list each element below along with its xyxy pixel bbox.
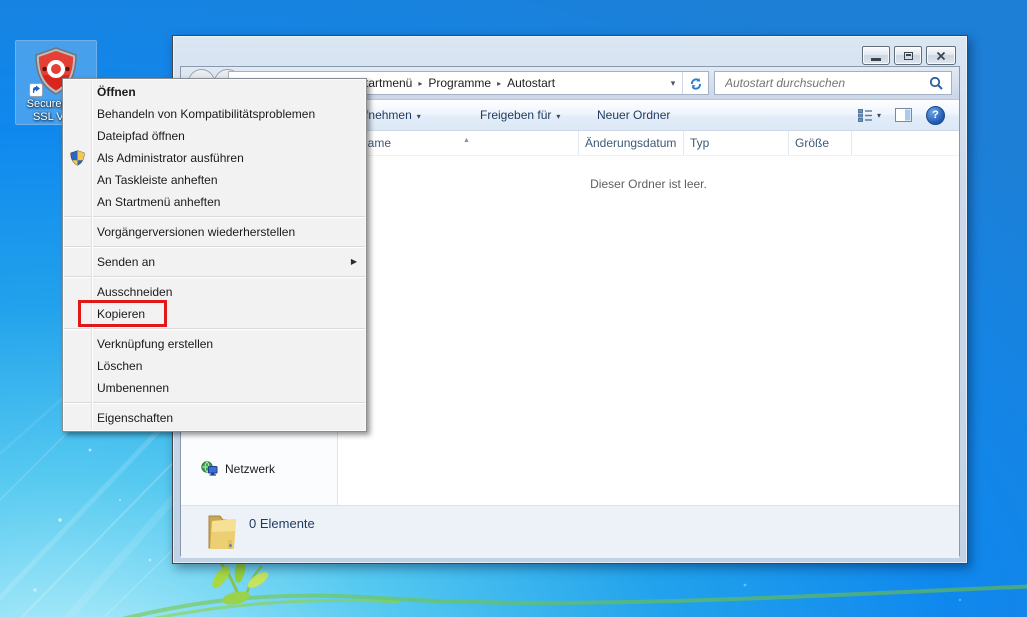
column-label-size: Größe [795, 136, 830, 150]
maximize-icon [903, 51, 913, 60]
wallpaper-vine [121, 557, 1027, 617]
sidebar-item-netzwerk[interactable]: Netzwerk [201, 461, 275, 476]
help-button[interactable]: ? [926, 105, 945, 125]
details-pane: 0 Elemente [181, 505, 959, 558]
share-with-label: Freigeben für [480, 108, 552, 122]
column-headers: ▲ Name Änderungsdatum Typ Größe [338, 131, 959, 156]
search-box [714, 71, 952, 95]
menu-item-eigenschaften[interactable]: Eigenschaften [63, 407, 366, 429]
menu-item-senden-an[interactable]: Senden an ▶ [63, 251, 366, 273]
menu-separator [64, 276, 365, 278]
chevron-down-icon: ▾ [876, 110, 881, 120]
context-menu: Öffnen Behandeln von Kompatibilitätsprob… [62, 78, 367, 432]
column-header-name[interactable]: ▲ Name [338, 131, 579, 155]
menu-item-kompatibilitaet[interactable]: Behandeln von Kompatibilitätsproblemen [63, 103, 366, 125]
chevron-right-icon[interactable]: ▸ [418, 79, 422, 88]
views-icon [857, 108, 872, 122]
address-bar-controls: ▾ [664, 72, 708, 94]
sort-ascending-icon: ▲ [463, 137, 470, 144]
caption-buttons [862, 46, 956, 65]
maximize-button[interactable] [894, 46, 922, 65]
refresh-button[interactable] [682, 72, 708, 94]
minimize-icon [871, 57, 881, 61]
sidebar-item-label: Netzwerk [225, 461, 276, 476]
breadcrumb-segment-programme[interactable]: Programme [428, 76, 491, 90]
column-label-type: Typ [690, 136, 710, 150]
column-header-size[interactable]: Größe [789, 131, 852, 155]
chevron-right-icon[interactable]: ▸ [497, 79, 501, 88]
empty-folder-message: Dieser Ordner ist leer. [590, 177, 707, 191]
folder-icon [208, 515, 236, 549]
menu-separator [64, 328, 365, 330]
annotation-red-rectangle [78, 300, 167, 327]
share-with-button[interactable]: Freigeben für ▾ [480, 100, 560, 130]
menu-separator [64, 246, 365, 248]
change-view-button[interactable]: ▾ [857, 108, 881, 122]
menu-item-an-taskleiste-anheften[interactable]: An Taskleiste anheften [63, 169, 366, 191]
column-header-date[interactable]: Änderungsdatum [579, 131, 684, 155]
shortcut-arrow-icon [29, 83, 43, 97]
refresh-icon [690, 78, 701, 90]
menu-item-verknuepfung-erstellen[interactable]: Verknüpfung erstellen [63, 333, 366, 355]
menu-item-als-administrator[interactable]: Als Administrator ausführen [63, 147, 366, 169]
minimize-button[interactable] [862, 46, 890, 65]
column-label-date: Änderungsdatum [585, 136, 677, 150]
new-folder-button[interactable]: Neuer Ordner [597, 100, 670, 130]
menu-item-label: Als Administrator ausführen [97, 151, 244, 165]
item-count: 0 Elemente [249, 516, 315, 531]
chevron-down-icon: ▾ [556, 112, 561, 121]
close-button[interactable] [926, 46, 956, 65]
network-icon [201, 461, 218, 476]
column-header-type[interactable]: Typ [684, 131, 789, 155]
menu-item-loeschen[interactable]: Löschen [63, 355, 366, 377]
chevron-down-icon: ▾ [416, 112, 421, 121]
close-icon [936, 51, 946, 60]
menu-item-label: Senden an [97, 255, 156, 269]
menu-item-vorgaengerversionen[interactable]: Vorgängerversionen wiederherstellen [63, 221, 366, 243]
menu-item-oeffnen[interactable]: Öffnen [63, 81, 366, 103]
address-dropdown-button[interactable]: ▾ [664, 78, 682, 89]
submenu-arrow-icon: ▶ [350, 257, 357, 266]
search-icon[interactable] [929, 76, 943, 90]
menu-item-dateipfad-oeffnen[interactable]: Dateipfad öffnen [63, 125, 366, 147]
breadcrumb-segment-autostart[interactable]: Autostart [507, 76, 555, 90]
search-input[interactable] [723, 75, 929, 91]
new-folder-label: Neuer Ordner [597, 108, 671, 122]
preview-pane-button[interactable] [895, 108, 912, 122]
command-bar-icons: ▾ ? [857, 100, 945, 130]
menu-separator [64, 216, 365, 218]
file-list: ▲ Name Änderungsdatum Typ Größe Dieser O… [338, 131, 959, 505]
menu-separator [64, 402, 365, 404]
breadcrumb: Startmenü ▸ Programme ▸ Autostart [357, 72, 555, 94]
menu-item-an-startmenu-anheften[interactable]: An Startmenü anheften [63, 191, 366, 213]
uac-shield-icon [70, 150, 85, 166]
menu-item-umbenennen[interactable]: Umbenennen [63, 377, 366, 399]
